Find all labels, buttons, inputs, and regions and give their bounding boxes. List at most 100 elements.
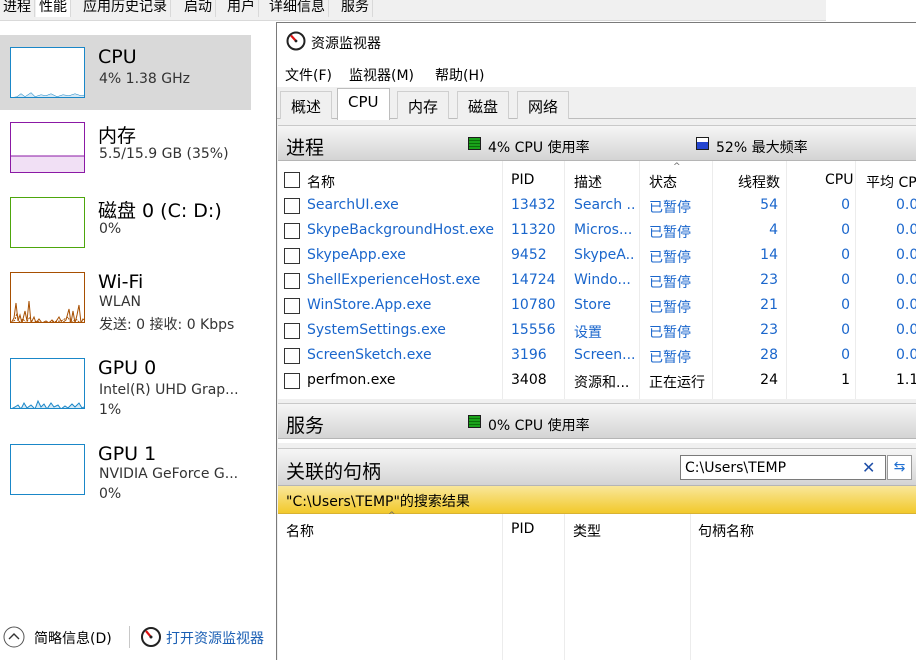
- handle-search-box[interactable]: ✕: [680, 455, 886, 480]
- process-name: ShellExperienceHost.exe: [307, 272, 481, 288]
- process-cpu: 0: [841, 347, 850, 363]
- gpu0-graph: [10, 358, 85, 409]
- window-title: 资源监视器: [311, 36, 381, 52]
- process-pid: 10780: [511, 297, 556, 313]
- clear-search-icon[interactable]: ✕: [862, 458, 875, 477]
- table-row[interactable]: SkypeApp.exe 9452 SkypeA... 已暂停 14 0 0.0…: [278, 244, 916, 269]
- process-threads: 4: [769, 222, 778, 238]
- perf-item-memory[interactable]: 内存 5.5/15.9 GB (35%): [0, 110, 251, 185]
- column-header-name[interactable]: 名称: [307, 172, 335, 192]
- section-title: 服务: [286, 415, 325, 437]
- handles-header[interactable]: 关联的句柄 ✕ ⇆: [278, 448, 916, 486]
- column-header-name[interactable]: 名称: [286, 521, 314, 541]
- row-checkbox[interactable]: [284, 323, 300, 339]
- tab-cpu[interactable]: CPU: [337, 88, 390, 120]
- cpu-usage-text: 0% CPU 使用率: [488, 418, 590, 434]
- column-divider: [690, 514, 691, 660]
- process-threads: 24: [760, 372, 778, 388]
- perf-item-name: 内存: [98, 125, 137, 147]
- process-avg-cpu: 0.00: [896, 297, 916, 313]
- perf-item-wifi[interactable]: Wi-Fi WLAN 发送: 0 接收: 0 Kbps: [0, 260, 251, 335]
- perf-item-gpu0[interactable]: GPU 0 Intel(R) UHD Grap... 1%: [0, 346, 251, 421]
- column-header-pid[interactable]: PID: [511, 172, 534, 188]
- process-status: 已暂停: [649, 325, 691, 341]
- menu-monitor[interactable]: 监视器(M): [349, 65, 414, 85]
- open-resource-monitor-link[interactable]: 打开资源监视器: [166, 628, 264, 648]
- chevron-up-icon[interactable]: [3, 626, 25, 648]
- perf-item-name: CPU: [98, 46, 137, 68]
- row-checkbox[interactable]: [284, 198, 300, 214]
- process-threads: 23: [760, 322, 778, 338]
- process-pid: 11320: [511, 222, 556, 238]
- process-description: Screen...: [574, 347, 636, 363]
- column-header-avg-cpu[interactable]: 平均 CPU: [866, 172, 916, 192]
- perf-item-cpu[interactable]: CPU 4% 1.38 GHz: [0, 35, 251, 110]
- handles-section: 关联的句柄 ✕ ⇆ "C:\Users\TEMP"的搜索结果 ^ 名称 PID …: [278, 448, 916, 660]
- tm-tab-processes[interactable]: 进程: [0, 0, 35, 17]
- tab-network[interactable]: 网络: [517, 91, 570, 119]
- process-threads: 23: [760, 272, 778, 288]
- table-row[interactable]: ScreenSketch.exe 3196 Screen... 已暂停 28 0…: [278, 344, 916, 369]
- handles-table: ^ 名称 PID 类型 句柄名称: [278, 511, 916, 660]
- gpu1-graph: [10, 444, 85, 495]
- table-row[interactable]: SkypeBackgroundHost.exe 11320 Micros... …: [278, 219, 916, 244]
- tm-tab-performance[interactable]: 性能: [36, 0, 71, 17]
- processes-section: 进程 4% CPU 使用率 52% 最大频率 名称 PID 描述 状态 ^ 线程…: [278, 125, 916, 399]
- tm-tab-app-history[interactable]: 应用历史记录: [80, 0, 171, 17]
- process-status: 已暂停: [649, 275, 691, 291]
- column-header-pid[interactable]: PID: [511, 521, 534, 537]
- menu-help[interactable]: 帮助(H): [435, 65, 484, 85]
- services-header[interactable]: 服务 0% CPU 使用率: [278, 403, 916, 439]
- perf-item-value: 5.5/15.9 GB (35%): [99, 146, 229, 162]
- title-bar: 资源监视器: [277, 23, 916, 59]
- process-pid: 9452: [511, 247, 547, 263]
- table-row[interactable]: SearchUI.exe 13432 Search ... 已暂停 54 0 0…: [278, 194, 916, 219]
- refresh-search-icon[interactable]: ⇆: [887, 455, 912, 480]
- tm-tab-users[interactable]: 用户: [224, 0, 259, 17]
- column-header-threads[interactable]: 线程数: [738, 172, 780, 192]
- perf-item-gpu1[interactable]: GPU 1 NVIDIA GeForce G... 0%: [0, 432, 251, 507]
- tab-memory[interactable]: 内存: [397, 91, 450, 119]
- table-row[interactable]: SystemSettings.exe 15556 设置 已暂停 23 0 0.0…: [278, 319, 916, 344]
- row-checkbox[interactable]: [284, 298, 300, 314]
- row-checkbox[interactable]: [284, 248, 300, 264]
- process-name: SystemSettings.exe: [307, 322, 446, 338]
- process-cpu: 0: [841, 197, 850, 213]
- services-section: 服务 0% CPU 使用率: [278, 403, 916, 443]
- sort-indicator-icon: ^: [388, 511, 396, 521]
- table-row[interactable]: perfmon.exe 3408 资源和... 正在运行 24 1 1.10: [278, 369, 916, 394]
- process-pid: 15556: [511, 322, 556, 338]
- row-checkbox[interactable]: [284, 348, 300, 364]
- row-checkbox[interactable]: [284, 223, 300, 239]
- table-row[interactable]: ShellExperienceHost.exe 14724 Windo... 已…: [278, 269, 916, 294]
- tab-overview[interactable]: 概述: [280, 91, 333, 119]
- row-checkbox[interactable]: [284, 373, 300, 389]
- process-status: 已暂停: [649, 250, 691, 266]
- select-all-checkbox[interactable]: [284, 172, 300, 188]
- section-title: 关联的句柄: [286, 461, 382, 483]
- process-table: 名称 PID 描述 状态 ^ 线程数 CPU 平均 CPU SearchUI.e…: [278, 161, 916, 399]
- menu-file[interactable]: 文件(F): [285, 65, 332, 85]
- sort-indicator-icon: ^: [673, 162, 681, 172]
- process-description: 资源和...: [574, 375, 630, 391]
- process-avg-cpu: 0.00: [896, 222, 916, 238]
- tm-tab-services[interactable]: 服务: [338, 0, 373, 17]
- column-header-status[interactable]: 状态: [649, 172, 677, 192]
- resource-monitor-icon[interactable]: [140, 626, 162, 648]
- tab-disk[interactable]: 磁盘: [457, 91, 510, 119]
- process-threads: 54: [760, 197, 778, 213]
- wifi-graph: [10, 272, 85, 323]
- row-checkbox[interactable]: [284, 273, 300, 289]
- perf-item-disk[interactable]: 磁盘 0 (C: D:) 0%: [0, 185, 251, 260]
- tm-tab-startup[interactable]: 启动: [181, 0, 216, 17]
- fewer-details-link[interactable]: 简略信息(D): [34, 628, 112, 648]
- perf-item-value: 4% 1.38 GHz: [99, 71, 191, 87]
- processes-header[interactable]: 进程 4% CPU 使用率 52% 最大频率: [278, 125, 916, 161]
- tm-tab-details[interactable]: 详细信息: [266, 0, 329, 17]
- handle-search-input[interactable]: [685, 459, 855, 477]
- column-header-type[interactable]: 类型: [573, 521, 601, 541]
- column-header-handle-name[interactable]: 句柄名称: [698, 521, 754, 541]
- column-header-cpu[interactable]: CPU: [825, 172, 853, 188]
- column-header-description[interactable]: 描述: [574, 172, 602, 192]
- table-row[interactable]: WinStore.App.exe 10780 Store 已暂停 21 0 0.…: [278, 294, 916, 319]
